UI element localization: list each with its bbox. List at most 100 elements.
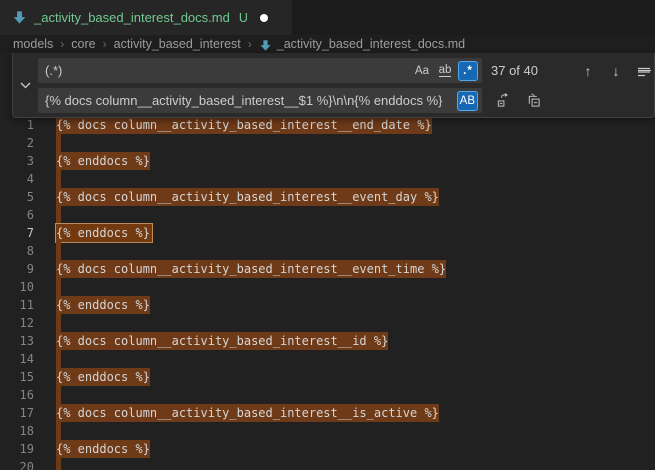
replace-all-icon [526, 93, 541, 108]
tab-bar: _activity_based_interest_docs.md U [0, 0, 655, 35]
chevron-down-icon [20, 82, 31, 89]
find-match[interactable]: {% docs column__activity_based_interest_… [56, 332, 388, 350]
code-line[interactable]: 9 {% docs column__activity_based_interest… [0, 260, 655, 278]
find-match[interactable]: {% enddocs %} [56, 440, 150, 458]
code-text[interactable] [34, 422, 61, 440]
empty-line-match-highlight [56, 350, 61, 368]
find-in-selection-button[interactable] [633, 60, 655, 82]
code-text[interactable]: {% docs column__activity_based_interest_… [34, 404, 439, 422]
code-text[interactable]: {% enddocs %} [34, 368, 150, 386]
current-find-match[interactable]: {% enddocs %} [56, 224, 152, 242]
breadcrumb-item[interactable]: core [71, 37, 95, 51]
code-text[interactable] [34, 350, 61, 368]
line-number: 20 [0, 458, 34, 470]
breadcrumb-item[interactable]: activity_based_interest [114, 37, 241, 51]
code-text[interactable] [34, 314, 61, 332]
find-match[interactable]: {% docs column__activity_based_interest_… [56, 260, 446, 278]
code-text[interactable]: {% docs column__activity_based_interest_… [34, 116, 432, 134]
line-number: 7 [0, 224, 34, 242]
find-match[interactable]: {% enddocs %} [56, 152, 150, 170]
code-line[interactable]: 2 [0, 134, 655, 152]
code-text[interactable] [34, 206, 61, 224]
git-status-badge: U [239, 11, 248, 25]
code-text[interactable]: {% enddocs %} [34, 440, 150, 458]
empty-line-match-highlight [56, 134, 61, 152]
replace-all-button[interactable] [522, 90, 544, 112]
line-number: 8 [0, 242, 34, 260]
code-line[interactable]: 20 [0, 458, 655, 470]
code-line[interactable]: 12 [0, 314, 655, 332]
line-number: 14 [0, 350, 34, 368]
code-line[interactable]: 11 {% enddocs %} [0, 296, 655, 314]
line-number: 1 [0, 116, 34, 134]
line-number: 10 [0, 278, 34, 296]
code-text[interactable] [34, 242, 61, 260]
code-line[interactable]: 3{% enddocs %} [0, 152, 655, 170]
breadcrumb-file[interactable]: _activity_based_interest_docs.md [277, 37, 465, 51]
find-match[interactable]: {% docs column__activity_based_interest_… [56, 116, 432, 134]
code-text[interactable] [34, 134, 61, 152]
line-number: 15 [0, 368, 34, 386]
find-match[interactable]: {% docs column__activity_based_interest_… [56, 404, 439, 422]
line-number: 5 [0, 188, 34, 206]
code-text[interactable] [34, 278, 61, 296]
previous-match-button[interactable]: ↑ [577, 60, 599, 82]
line-number: 16 [0, 386, 34, 404]
line-number: 17 [0, 404, 34, 422]
find-match[interactable]: {% docs column__activity_based_interest_… [56, 188, 439, 206]
markdown-icon [259, 39, 272, 52]
code-line[interactable]: 1 {% docs column__activity_based_interest… [0, 116, 655, 134]
code-line[interactable]: 8 [0, 242, 655, 260]
find-match[interactable]: {% enddocs %} [56, 296, 150, 314]
markdown-icon [12, 10, 27, 25]
code-line[interactable]: 4 [0, 170, 655, 188]
find-match[interactable]: {% enddocs %} [56, 368, 150, 386]
code-line[interactable]: 10 [0, 278, 655, 296]
editor-pane[interactable]: 1 {% docs column__activity_based_interest… [0, 53, 655, 470]
line-number: 11 [0, 296, 34, 314]
code-line[interactable]: 14 [0, 350, 655, 368]
preserve-case-button[interactable]: AB [457, 91, 478, 111]
code-text[interactable]: {% enddocs %} [34, 152, 150, 170]
replace-value[interactable]: {% docs column__activity_based_interest_… [45, 93, 454, 108]
line-number: 6 [0, 206, 34, 224]
code-line[interactable]: 18 [0, 422, 655, 440]
empty-line-match-highlight [56, 422, 61, 440]
editor-tab[interactable]: _activity_based_interest_docs.md U [0, 0, 292, 35]
code-text[interactable] [34, 170, 61, 188]
find-value[interactable]: (.*) [45, 63, 409, 78]
code-line[interactable]: 13 {% docs column__activity_based_interes… [0, 332, 655, 350]
code-text[interactable]: {% docs column__activity_based_interest_… [34, 188, 439, 206]
breadcrumb-separator: › [103, 37, 107, 51]
code-text[interactable]: {% enddocs %} [34, 296, 150, 314]
code-line[interactable]: 7 {% enddocs %} [0, 224, 655, 242]
code-line[interactable]: 5 {% docs column__activity_based_interest… [0, 188, 655, 206]
code-line[interactable]: 16 [0, 386, 655, 404]
code-line[interactable]: 19{% enddocs %} [0, 440, 655, 458]
next-match-button[interactable]: ↓ [605, 60, 627, 82]
replace-button[interactable] [491, 90, 513, 112]
regex-button[interactable]: .* [458, 61, 478, 81]
find-replace-widget: (.*) Aa ab .* 37 of 40 ↑ ↓ ✕ [12, 53, 655, 118]
unsaved-dot-icon[interactable] [260, 14, 268, 22]
code-text[interactable]: {% docs column__activity_based_interest_… [34, 260, 446, 278]
toggle-replace-chevron[interactable] [13, 58, 38, 112]
empty-line-match-highlight [56, 314, 61, 332]
empty-line-match-highlight [56, 386, 61, 404]
code-line[interactable]: 6 [0, 206, 655, 224]
line-number: 13 [0, 332, 34, 350]
find-input[interactable]: (.*) Aa ab .* [38, 58, 482, 83]
code-line[interactable]: 15 {% enddocs %} [0, 368, 655, 386]
code-text[interactable]: {% enddocs %} [34, 224, 152, 242]
code-line[interactable]: 17 {% docs column__activity_based_interes… [0, 404, 655, 422]
replace-input[interactable]: {% docs column__activity_based_interest_… [38, 88, 482, 113]
code-text[interactable]: {% docs column__activity_based_interest_… [34, 332, 388, 350]
code-text[interactable] [34, 386, 61, 404]
line-number: 9 [0, 260, 34, 278]
line-number: 4 [0, 170, 34, 188]
code-text[interactable] [34, 458, 61, 470]
match-case-button[interactable]: Aa [412, 61, 432, 81]
breadcrumb-item[interactable]: models [13, 37, 53, 51]
replace-icon [495, 93, 510, 108]
whole-word-button[interactable]: ab [435, 61, 455, 81]
